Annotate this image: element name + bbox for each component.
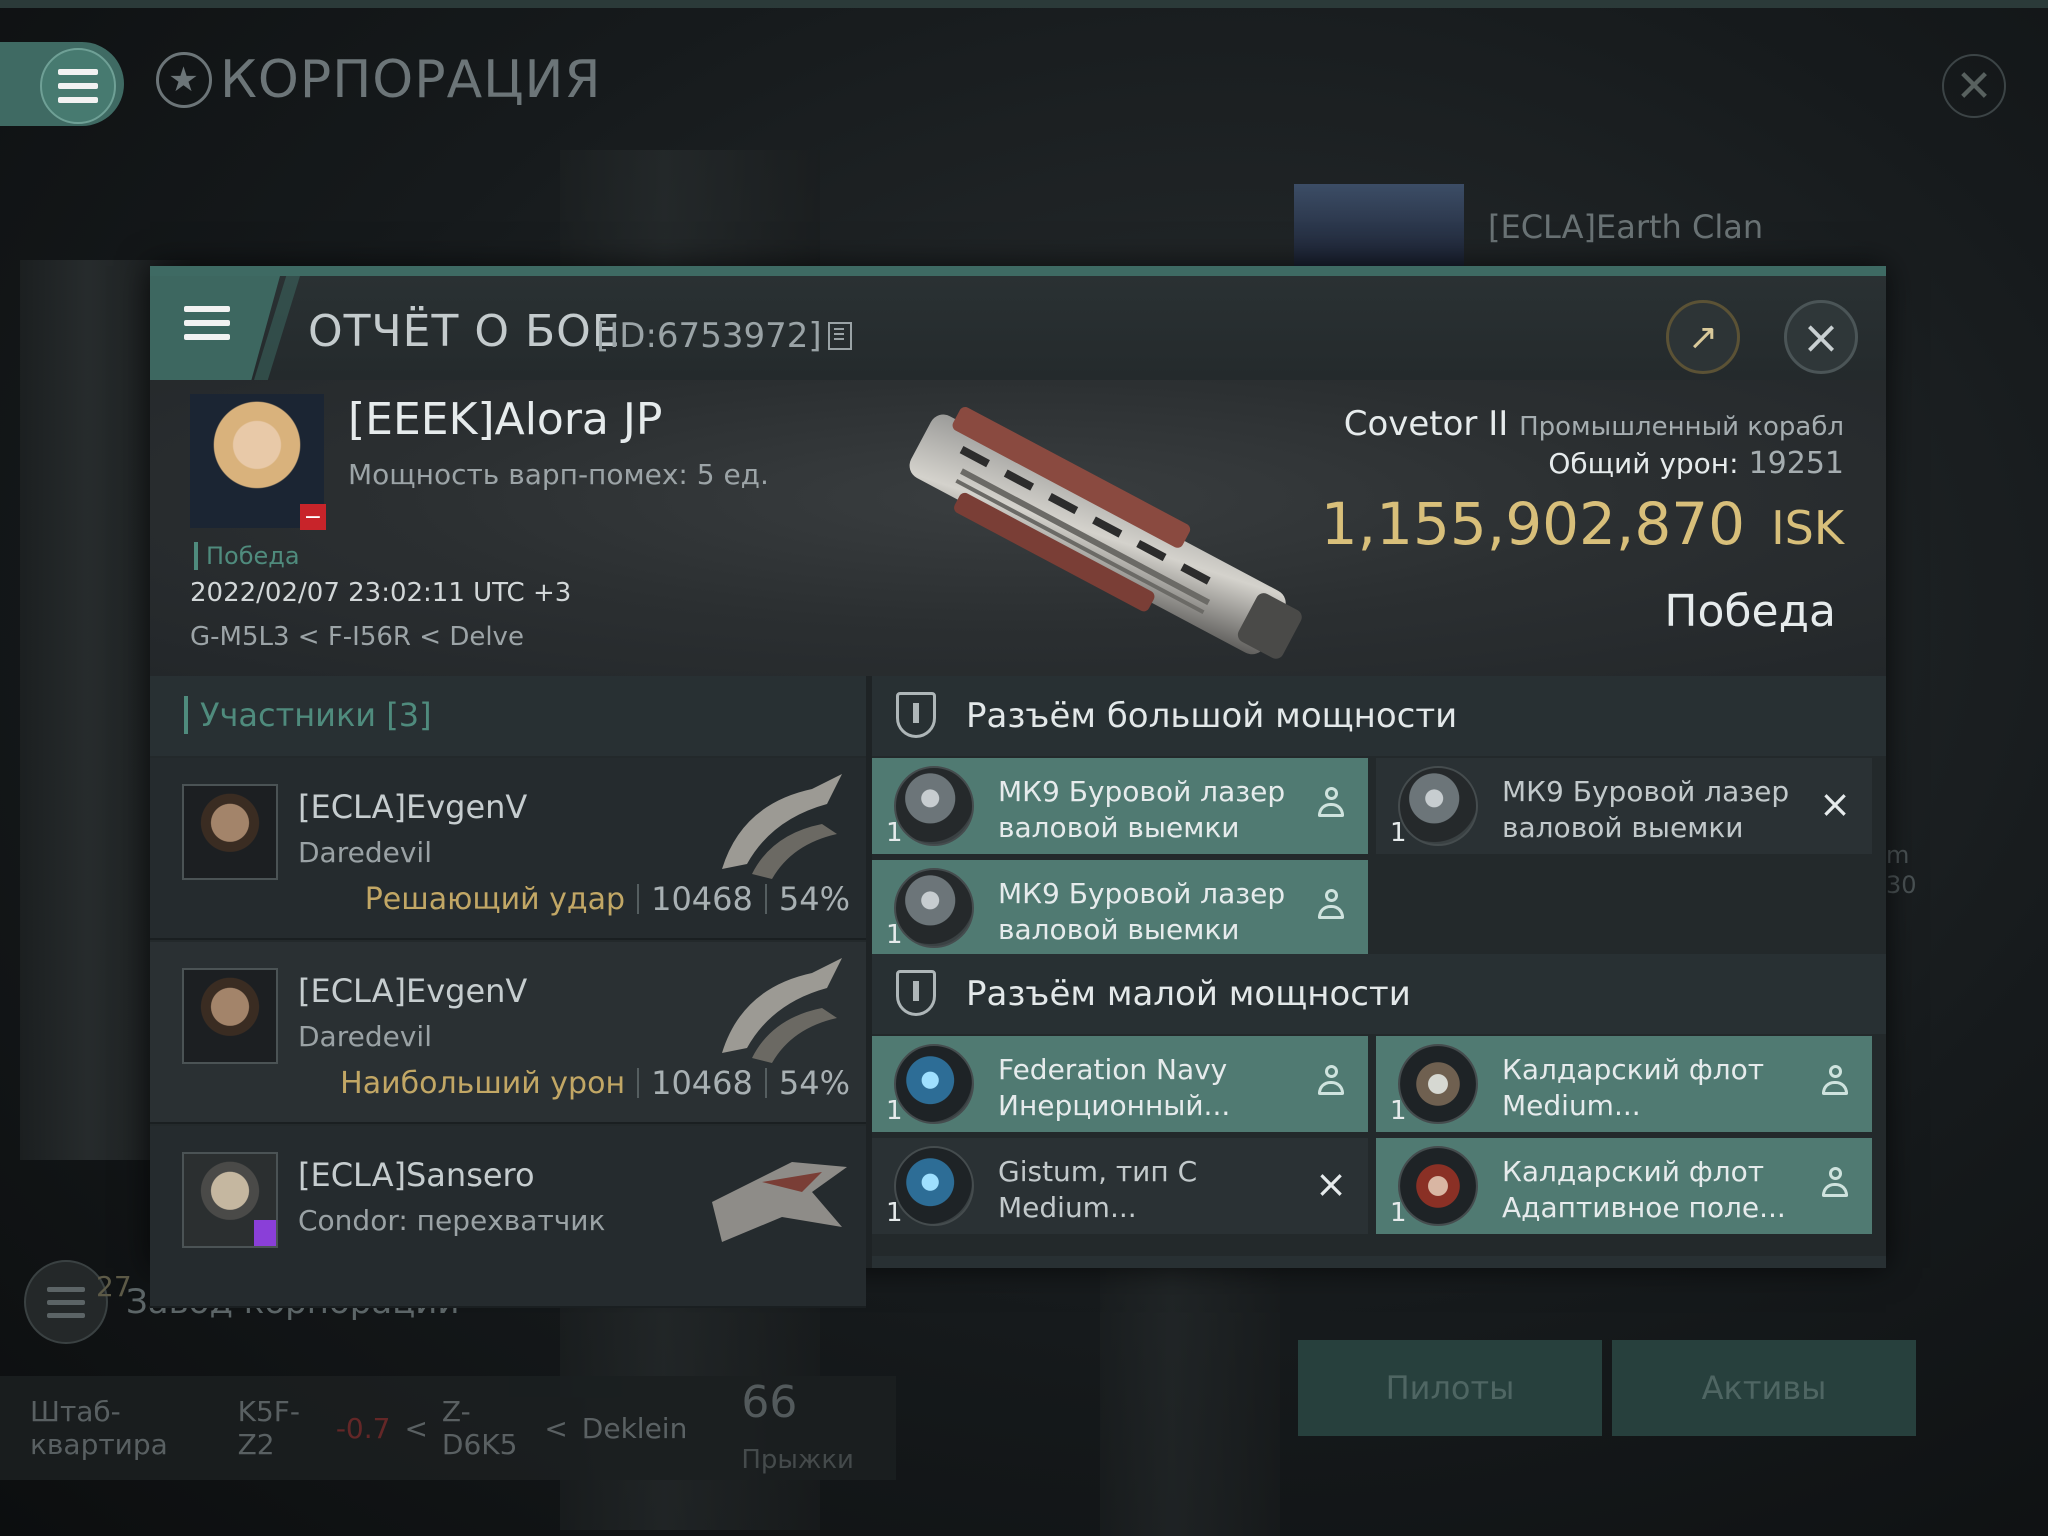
standing-badge-icon: [254, 1220, 276, 1246]
corp-name: [ECLA]Earth Clan: [1488, 208, 1764, 246]
high-slot-header: Разъём большой мощности: [872, 676, 1886, 756]
pilots-button[interactable]: Пилоты: [1298, 1340, 1602, 1436]
close-icon: ×: [1801, 310, 1841, 364]
high-slot-icon: [896, 692, 936, 738]
corp-menu-button[interactable]: [0, 42, 124, 126]
module-item[interactable]: 1 Gistum, тип C Medium... ×: [872, 1138, 1368, 1234]
share-button[interactable]: ↗: [1666, 300, 1740, 374]
module-item[interactable]: 1 МК9 Буровой лазер валовой выемки ×: [1376, 758, 1872, 854]
isk-value: 1,155,902,870 ISK: [1320, 490, 1844, 558]
module-item[interactable]: 1 МК9 Буровой лазер валовой выемки: [872, 860, 1368, 956]
module-item[interactable]: 1 МК9 Буровой лазер валовой выемки: [872, 758, 1368, 854]
result-tag: Победа: [194, 542, 300, 570]
hq-system: K5F-Z2: [237, 1395, 301, 1461]
breadcrumb-separator: <: [404, 1411, 428, 1445]
menu-icon: [184, 306, 230, 340]
kill-location[interactable]: G-M5L3 < F-I56R < Delve: [190, 622, 524, 652]
ship-render-image: [909, 406, 1302, 659]
dropped-person-icon: [1314, 1064, 1348, 1100]
module-item[interactable]: 1 Калдарский флот Адаптивное поле...: [1376, 1138, 1872, 1234]
participant-row[interactable]: [ECLA]Sansero Condor: перехватчик: [150, 1126, 866, 1308]
participant-avatar[interactable]: [182, 784, 278, 880]
background-structure: [1100, 1260, 1280, 1536]
hq-region: Deklein: [581, 1411, 688, 1445]
ship-type: Промышленный корабл: [1519, 412, 1844, 442]
participant-stats: Наибольший урон 10468 54%: [340, 1064, 850, 1102]
kill-result: Победа: [1664, 586, 1836, 637]
destroyed-x-icon: ×: [1819, 782, 1851, 826]
background-top-bar: [0, 0, 2048, 8]
kill-summary: − [EEEK]Alora JP Мощность варп-помех: 5 …: [150, 380, 1886, 676]
adaptive-field-icon: [1398, 1146, 1478, 1226]
menu-icon: [58, 69, 98, 103]
participant-row[interactable]: [ECLA]EvgenV Daredevil Решающий удар 104…: [150, 758, 866, 940]
inertial-stabilizer-icon: [894, 1044, 974, 1124]
dialog-accent-bar: [150, 266, 1886, 276]
factory-count: 27: [96, 1270, 132, 1303]
participant-name: [ECLA]EvgenV: [298, 788, 528, 826]
mining-laser-icon: [894, 868, 974, 948]
participant-ship: Daredevil: [298, 836, 432, 869]
participants-panel: Участники [3] [ECLA]EvgenV Daredevil Реш…: [150, 676, 866, 1308]
hq-info-bar: Штаб-квартира K5F-Z2 -0.7 < Z-D6K5 < Dek…: [0, 1376, 896, 1480]
victim-avatar[interactable]: −: [190, 394, 326, 530]
dropped-person-icon: [1818, 1064, 1852, 1100]
participant-name: [ECLA]Sansero: [298, 1156, 535, 1194]
report-id[interactable]: [ID:6753972]: [596, 316, 852, 356]
ship-name-line[interactable]: Covetor II Промышленный корабл: [1344, 404, 1844, 444]
share-icon: ↗: [1687, 316, 1719, 358]
participant-avatar[interactable]: [182, 1152, 278, 1248]
mining-laser-icon: [1398, 766, 1478, 846]
total-damage: Общий урон: 19251: [1548, 446, 1844, 481]
participants-header[interactable]: Участники [3]: [150, 676, 866, 756]
copy-icon[interactable]: [827, 322, 852, 350]
participant-ship-image: [722, 958, 842, 1063]
corp-close-icon[interactable]: ✕: [1942, 54, 2006, 118]
hq-jumps: 66 Прыжки: [741, 1377, 854, 1475]
menu-icon: [47, 1286, 85, 1318]
victim-name[interactable]: [EEEK]Alora JP: [348, 394, 662, 445]
next-slot-header: [872, 1256, 1886, 1268]
corp-window-title: ★ КОРПОРАЦИЯ: [156, 50, 602, 110]
participant-ship: Condor: перехватчик: [298, 1204, 606, 1237]
participant-stats: Решающий удар 10468 54%: [364, 880, 850, 918]
battle-report-dialog: ОТЧЁТ О БОЕ [ID:6753972] ↗ × − [EEEK]Alo…: [150, 266, 1886, 1308]
dialog-title: ОТЧЁТ О БОЕ: [308, 306, 621, 357]
star-icon: ★: [156, 52, 212, 108]
participant-ship-image: [712, 1162, 847, 1242]
participant-ship-image: [722, 774, 842, 879]
participant-row[interactable]: [ECLA]EvgenV Daredevil Наибольший урон 1…: [150, 942, 866, 1124]
assets-button[interactable]: Активы: [1612, 1340, 1916, 1436]
hq-security: -0.7: [335, 1411, 391, 1445]
hostile-badge-icon: −: [300, 504, 326, 530]
dropped-person-icon: [1314, 786, 1348, 822]
participant-ship: Daredevil: [298, 1020, 432, 1053]
module-item[interactable]: 1 Калдарский флот Medium...: [1376, 1036, 1872, 1132]
shield-booster-icon: [894, 1146, 974, 1226]
dropped-person-icon: [1314, 888, 1348, 924]
hq-constellation: Z-D6K5: [441, 1395, 518, 1461]
ship-name: Covetor II: [1343, 404, 1509, 444]
destroyed-x-icon: ×: [1315, 1162, 1347, 1206]
kill-datetime: 2022/02/07 23:02:11 UTC +3: [190, 578, 572, 608]
low-slot-icon: [896, 970, 936, 1016]
low-slot-header: Разъём малой мощности: [872, 954, 1886, 1034]
module-item[interactable]: 1 Federation Navy Инерционный...: [872, 1036, 1368, 1132]
participant-name: [ECLA]EvgenV: [298, 972, 528, 1010]
shield-extender-icon: [1398, 1044, 1478, 1124]
dropped-person-icon: [1818, 1166, 1852, 1202]
background-side-text: m 30: [1886, 841, 1917, 899]
corp-logo: [1294, 184, 1464, 270]
participant-avatar[interactable]: [182, 968, 278, 1064]
mining-laser-icon: [894, 766, 974, 846]
warp-disruption: Мощность варп-помех: 5 ед.: [348, 458, 769, 491]
hq-label: Штаб-квартира: [30, 1395, 168, 1461]
close-button[interactable]: ×: [1784, 300, 1858, 374]
fitting-panel: Разъём большой мощности 1 МК9 Буровой ла…: [872, 676, 1886, 1268]
breadcrumb-separator: <: [544, 1411, 568, 1445]
